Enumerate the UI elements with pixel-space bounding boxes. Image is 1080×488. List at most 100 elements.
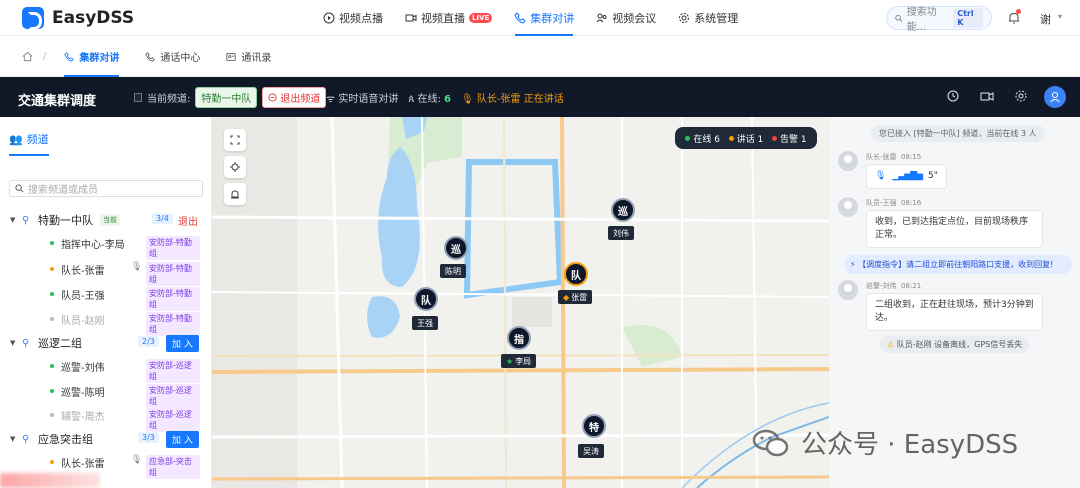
speaking-status: 🎙 队长-张雷 正在讲话 bbox=[461, 90, 564, 105]
map-marker[interactable]: 队 bbox=[564, 262, 588, 286]
channel-icon: ⚲ bbox=[22, 433, 30, 445]
realtime-label: 实时语音对讲 bbox=[338, 94, 399, 105]
member-row[interactable]: 巡警-刘伟 安防部-巡逻组 bbox=[50, 358, 200, 383]
current-channel-chip: 特勤一中队 bbox=[195, 87, 258, 108]
system-message: 您已接入 [特勤一中队] 频道，当前在线 3 人 bbox=[871, 125, 1045, 142]
gear-icon[interactable] bbox=[1014, 89, 1028, 103]
lightning-icon: ⚡ bbox=[850, 260, 856, 269]
nav-item-system[interactable]: 系统管理 bbox=[667, 0, 749, 36]
channel-group[interactable]: ▼ ⚲ 巡逻二组 2/3 加 入 bbox=[10, 334, 200, 352]
voice-message[interactable]: 🎙 ▁▃▅▇▅ 5" bbox=[866, 164, 947, 189]
member-row[interactable]: 队员-赵刚 安防部-特勤组 bbox=[50, 311, 200, 336]
user-name[interactable]: 谢 bbox=[1040, 11, 1051, 27]
watermark-text: 公众号 · EasyDSS bbox=[801, 430, 1019, 460]
legend-text: 在线 6 bbox=[693, 134, 720, 145]
channel-group[interactable]: ▼ ⚲ 应急突击组 3/3 加 入 bbox=[10, 430, 200, 448]
join-group-button[interactable]: 加 入 bbox=[166, 335, 199, 352]
history-icon[interactable] bbox=[946, 89, 960, 103]
group-name: 巡逻二组 bbox=[38, 337, 82, 350]
channel-icon bbox=[134, 93, 142, 102]
group-name: 特勤一中队 bbox=[38, 214, 93, 227]
fullscreen-button[interactable] bbox=[224, 129, 246, 151]
channel-search-input[interactable]: 搜索频道或成员 bbox=[9, 180, 203, 197]
marker-label-text: 李局 bbox=[515, 356, 532, 366]
member-tag: 应急部-突击组 bbox=[146, 455, 200, 479]
legend-text: 告警 1 bbox=[780, 134, 807, 145]
tab-contacts[interactable]: 通讯录 bbox=[218, 37, 279, 77]
online-count: 6 bbox=[444, 94, 452, 105]
gear-icon bbox=[679, 13, 690, 23]
member-row[interactable]: 指挥中心-李局 安防部-特勤组 bbox=[50, 235, 200, 260]
mic-icon: 🎙 bbox=[875, 171, 887, 181]
member-name: 指挥中心-李局 bbox=[61, 239, 125, 251]
command-text: 【调度指令】请二组立即前往朝阳路口支援，收到回复! bbox=[858, 260, 1054, 269]
nav-item-vod[interactable]: 视频点播 bbox=[312, 0, 394, 36]
nav-item-meeting[interactable]: 视频会议 bbox=[585, 0, 667, 36]
map-marker[interactable]: 巡 bbox=[611, 198, 635, 222]
map-marker[interactable]: 指 bbox=[507, 326, 531, 350]
member-tag: 安防部-巡逻组 bbox=[146, 408, 200, 432]
map-marker[interactable]: 队 bbox=[414, 287, 438, 311]
sender-name: 队长-张雷 bbox=[866, 153, 897, 161]
member-row[interactable]: 巡警-陈明 安防部-巡逻组 bbox=[50, 383, 200, 408]
global-search[interactable]: 搜索功能... Ctrl K bbox=[886, 6, 992, 33]
member-row[interactable]: 辅警-周杰 安防部-巡逻组 bbox=[50, 407, 200, 432]
home-icon[interactable] bbox=[22, 51, 33, 62]
member-row[interactable]: 队长-张雷 🎙 应急部-突击组 bbox=[50, 454, 200, 479]
live-badge: LIVE bbox=[469, 13, 493, 23]
member-row[interactable]: 队员-王强 安防部-特勤组 bbox=[50, 286, 200, 311]
marker-label: 王强 bbox=[412, 316, 438, 330]
nav-label: 视频直播 bbox=[421, 12, 465, 25]
search-icon bbox=[895, 14, 903, 22]
member-row[interactable]: 队长-张雷 🎙 安防部-特勤组 bbox=[50, 261, 200, 286]
alarm-button[interactable] bbox=[224, 183, 246, 205]
blurred-region bbox=[0, 473, 100, 488]
online-status: ጰ 在线: 6 bbox=[408, 90, 451, 105]
video-camera-icon[interactable] bbox=[980, 89, 994, 103]
tab-label: 通讯录 bbox=[241, 53, 272, 64]
map-marker[interactable]: 巡 bbox=[444, 236, 468, 260]
map-view[interactable]: 在线 6 讲话 1 告警 1 巡 刘伟 巡 陈明 队 ◆ 张雷 队 王强 指 ★ 李… bbox=[212, 117, 829, 488]
tab-label: 通话中心 bbox=[160, 53, 201, 64]
locate-button[interactable] bbox=[224, 156, 246, 178]
channel-group[interactable]: ▼ ⚲ 特勤一中队 当前 3/4 退出 bbox=[10, 211, 200, 229]
search-icon bbox=[15, 184, 24, 193]
user-icon bbox=[1050, 92, 1060, 103]
member-count: 3/3 bbox=[138, 432, 159, 443]
tab-call-center[interactable]: 通话中心 bbox=[137, 37, 208, 77]
status-dot bbox=[50, 267, 54, 271]
tab-cluster-talk[interactable]: 集群对讲 bbox=[56, 37, 127, 77]
warning-icon: ⚠ bbox=[887, 340, 895, 349]
dispatch-header: 交通集群调度 当前频道: 特勤一中队 退出频道 ᯤ 实时语音对讲 ጰ 在线: 6… bbox=[0, 77, 1080, 117]
chevron-down-icon[interactable]: ▼ bbox=[10, 435, 22, 443]
join-group-button[interactable]: 加 入 bbox=[166, 431, 199, 448]
mic-icon: 🎙 bbox=[461, 94, 474, 105]
nav-item-live[interactable]: 视频直播 LIVE bbox=[394, 0, 503, 36]
chevron-down-icon[interactable]: ▼ bbox=[10, 339, 22, 347]
top-nav: EasyDSS 视频点播 视频直播 LIVE 集群对讲 视频会议 系统管理 搜索… bbox=[0, 0, 1080, 36]
dispatch-command-message: ⚡ 【调度指令】请二组立即前往朝阳路口支援，收到回复! bbox=[844, 255, 1072, 274]
text-message: 收到，已到达指定点位，目前现场秩序正常。 bbox=[866, 210, 1043, 248]
breadcrumb-separator: / bbox=[43, 51, 47, 62]
exit-group-button[interactable]: 退出 bbox=[178, 213, 198, 228]
chevron-down-icon[interactable]: ▼ bbox=[10, 216, 22, 224]
nav-item-cluster-talk[interactable]: 集群对讲 bbox=[503, 0, 585, 36]
tab-channels[interactable]: 👥 频道 bbox=[9, 131, 49, 156]
user-avatar[interactable] bbox=[1044, 86, 1066, 108]
app-name: EasyDSS bbox=[52, 8, 135, 28]
search-shortcut: Ctrl K bbox=[953, 8, 983, 28]
map-canvas bbox=[212, 117, 829, 488]
app-logo[interactable]: EasyDSS bbox=[22, 7, 135, 30]
status-dot bbox=[50, 460, 54, 464]
exit-channel-button[interactable]: 退出频道 bbox=[262, 87, 327, 108]
current-badge: 当前 bbox=[100, 214, 120, 226]
tab-label: 集群对讲 bbox=[79, 53, 120, 64]
current-channel-label: 当前频道: bbox=[147, 94, 191, 105]
notification-dot bbox=[1016, 9, 1021, 14]
watermark: 公众号 · EasyDSS bbox=[751, 424, 1018, 461]
dispatch-title: 交通集群调度 bbox=[18, 94, 97, 109]
member-name: 队长-张雷 bbox=[61, 265, 105, 277]
marker-label: 吴涛 bbox=[578, 444, 604, 458]
map-marker[interactable]: 特 bbox=[582, 414, 606, 438]
chevron-down-icon[interactable]: ▾ bbox=[1058, 12, 1062, 21]
